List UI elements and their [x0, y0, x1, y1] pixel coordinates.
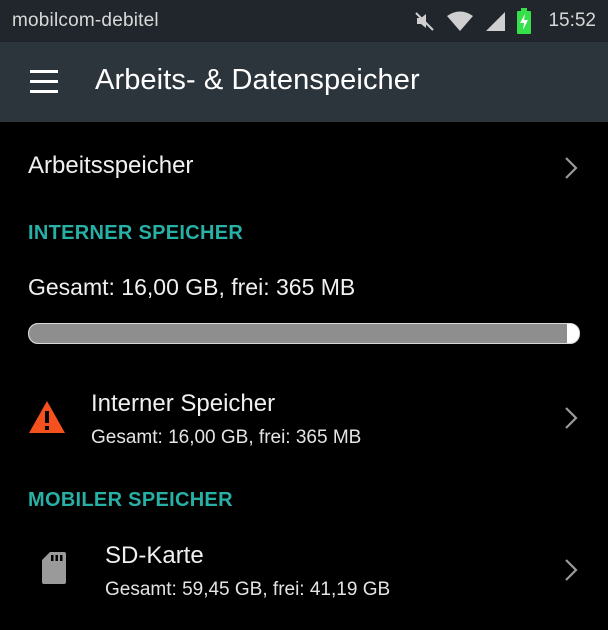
- storage-settings-list: Arbeitsspeicher INTERNER SPEICHER Gesamt…: [0, 122, 608, 630]
- memory-row[interactable]: Arbeitsspeicher: [0, 128, 608, 192]
- storage-usage-bar: [28, 323, 580, 344]
- page-title: Arbeits- & Datenspeicher: [95, 64, 420, 96]
- signal-icon: [486, 12, 506, 31]
- internal-storage-subtitle: Gesamt: 16,00 GB, frei: 365 MB: [91, 427, 362, 448]
- wifi-icon: [447, 11, 474, 31]
- mobile-storage-header: MOBILER SPEICHER: [28, 489, 233, 511]
- internal-storage-item[interactable]: Interner Speicher Gesamt: 16,00 GB, frei…: [0, 378, 608, 462]
- status-icons: 15:52: [414, 0, 596, 42]
- storage-usage-fill: [29, 324, 567, 343]
- memory-row-label: Arbeitsspeicher: [28, 152, 194, 179]
- status-bar: mobilcom-debitel 15:52: [0, 0, 608, 42]
- internal-storage-title: Interner Speicher: [91, 390, 276, 417]
- chevron-right-icon: [565, 559, 578, 581]
- clock: 15:52: [548, 10, 596, 31]
- sd-card-item[interactable]: SD-Karte Gesamt: 59,45 GB, frei: 41,19 G…: [0, 532, 608, 616]
- sd-card-icon: [42, 552, 66, 584]
- menu-icon[interactable]: [26, 66, 62, 98]
- internal-storage-summary: Gesamt: 16,00 GB, frei: 365 MB: [28, 274, 356, 300]
- app-toolbar: Arbeits- & Datenspeicher: [0, 42, 608, 122]
- chevron-right-icon: [565, 407, 578, 429]
- battery-charging-icon: [517, 8, 532, 34]
- carrier-name: mobilcom-debitel: [12, 10, 159, 31]
- mute-icon: [415, 12, 435, 31]
- internal-storage-header: INTERNER SPEICHER: [28, 222, 244, 244]
- sd-card-title: SD-Karte: [105, 542, 204, 569]
- sd-card-subtitle: Gesamt: 59,45 GB, frei: 41,19 GB: [105, 579, 391, 600]
- chevron-right-icon: [565, 157, 578, 179]
- warning-icon: [29, 401, 65, 433]
